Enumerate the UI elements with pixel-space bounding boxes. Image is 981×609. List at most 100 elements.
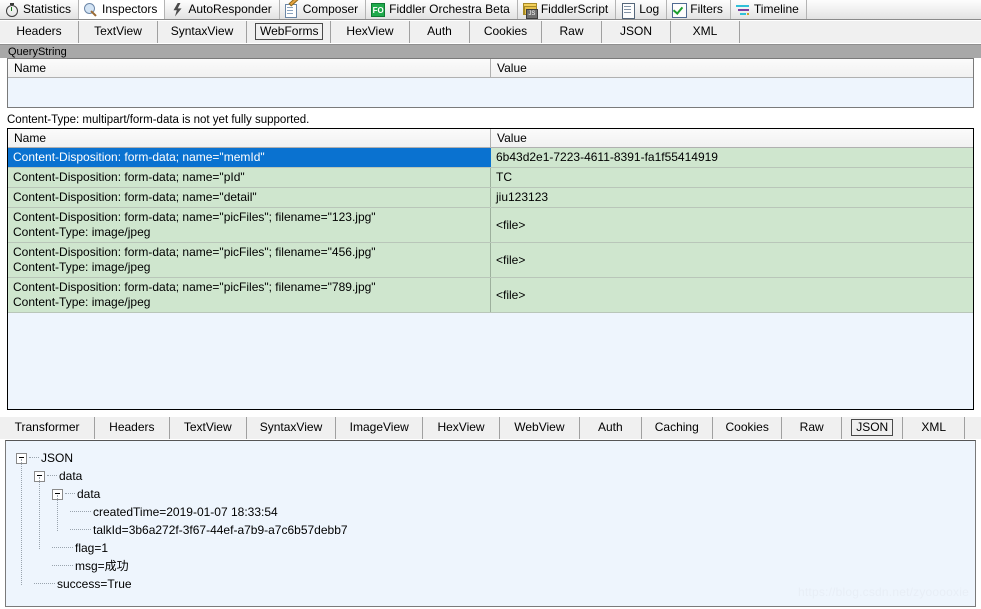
tab-fiddler-orchestra[interactable]: FO Fiddler Orchestra Beta	[366, 0, 518, 19]
tab-strip-filler	[806, 0, 981, 19]
watermark-text: https://blog.csdn.net/zyooooxie	[798, 585, 969, 599]
json-tree-node-label: msg=成功	[75, 559, 129, 573]
json-tree-node[interactable]: createdTime=2019-01-07 18:33:54	[16, 503, 975, 521]
formdata-col-name[interactable]: Name	[8, 129, 491, 147]
request-inspector-tab-strip: Headers TextView SyntaxView WebForms HexView…	[0, 21, 981, 43]
querystring-col-name[interactable]: Name	[8, 59, 491, 77]
tab-inspectors-label: Inspectors	[102, 1, 158, 16]
lightning-bolt-icon	[170, 2, 184, 17]
tab-autoresponder[interactable]: AutoResponder	[165, 0, 280, 19]
response-tab-textview[interactable]: TextView	[169, 417, 247, 439]
table-row[interactable]: Content-Disposition: form-data; name="me…	[8, 148, 973, 168]
response-json-panel[interactable]: JSON data data createdTime=2019-01-07 18:33…	[5, 440, 976, 607]
table-row[interactable]: Content-Disposition: form-data; name="pi…	[8, 243, 973, 278]
request-tab-json[interactable]: JSON	[602, 21, 671, 43]
response-tab-headers[interactable]: Headers	[95, 417, 170, 439]
response-tab-imageview[interactable]: ImageView	[336, 417, 424, 439]
json-tree-node[interactable]: JSON	[16, 449, 975, 467]
tab-log-label: Log	[639, 1, 660, 16]
tab-inspectors[interactable]: Inspectors	[79, 0, 166, 19]
tab-fiddler-orchestra-label: Fiddler Orchestra Beta	[389, 1, 510, 16]
formdata-row-container: Content-Disposition: form-data; name="me…	[8, 148, 973, 313]
multipart-notice: Content-Type: multipart/form-data is not…	[7, 114, 310, 126]
checkbox-check-icon	[672, 2, 688, 18]
response-tab-caching[interactable]: Caching	[641, 417, 713, 439]
tab-composer-label: Composer	[302, 1, 359, 16]
json-tree-node-label: data	[59, 469, 83, 483]
json-tree-node-label: data	[77, 487, 101, 501]
json-tree-node[interactable]: data	[16, 485, 975, 503]
response-tab-json-label: JSON	[851, 419, 894, 436]
json-tree-node[interactable]: talkId=3b6a272f-3f67-44ef-a7b9-a7c6b57de…	[16, 521, 975, 539]
request-tab-webforms-label: WebForms	[255, 23, 324, 40]
response-tab-cookies[interactable]: Cookies	[712, 417, 783, 439]
request-tab-xml[interactable]: XML	[671, 21, 740, 43]
json-tree-node[interactable]: msg=成功	[16, 557, 975, 575]
json-tree-node-label: JSON	[41, 451, 74, 465]
tree-guide-line	[39, 477, 40, 549]
formdata-col-value[interactable]: Value	[491, 129, 973, 147]
composer-pencil-icon	[284, 0, 300, 18]
json-tree-node-label: talkId=3b6a272f-3f67-44ef-a7b9-a7c6b57de…	[93, 523, 348, 537]
formdata-name-cell: Content-Disposition: form-data; name="me…	[8, 148, 491, 167]
tree-connector	[52, 565, 73, 567]
request-tab-hexview[interactable]: HexView	[331, 21, 410, 43]
formdata-value-cell: jiu123123	[491, 188, 973, 207]
request-tab-headers[interactable]: Headers	[0, 21, 79, 43]
querystring-caption: QueryString	[0, 44, 981, 58]
request-tab-raw[interactable]: Raw	[542, 21, 602, 43]
json-tree-node[interactable]: data	[16, 467, 975, 485]
request-tab-auth[interactable]: Auth	[410, 21, 470, 43]
tab-fiddlerscript-label: FiddlerScript	[540, 1, 609, 16]
formdata-value-cell: <file>	[491, 278, 973, 312]
response-tab-webview[interactable]: WebView	[499, 417, 581, 439]
formdata-value-cell: <file>	[491, 208, 973, 242]
json-tree-node-label: success=True	[57, 577, 132, 591]
querystring-grid[interactable]: Name Value	[7, 58, 974, 108]
response-tab-xml[interactable]: XML	[903, 417, 965, 439]
fiddler-orchestra-badge-icon: FO	[371, 2, 386, 17]
response-tab-hexview[interactable]: HexView	[423, 417, 500, 439]
json-tree-node-label: flag=1	[75, 541, 109, 555]
tab-composer[interactable]: Composer	[279, 0, 367, 19]
magnifier-icon	[84, 2, 98, 17]
response-tab-transformer[interactable]: Transformer	[0, 417, 96, 439]
table-row[interactable]: Content-Disposition: form-data; name="pi…	[8, 278, 973, 313]
tab-filters[interactable]: Filters	[667, 0, 731, 19]
tab-timeline-label: Timeline	[753, 1, 799, 16]
querystring-col-value[interactable]: Value	[491, 59, 973, 77]
response-tab-json[interactable]: JSON	[841, 417, 904, 439]
formdata-grid-header: Name Value	[8, 129, 973, 148]
formdata-value-cell: <file>	[491, 243, 973, 277]
tree-connector	[70, 511, 91, 513]
main-tab-strip: Statistics Inspectors AutoResponder Comp…	[0, 0, 981, 20]
tab-timeline[interactable]: Timeline	[730, 0, 807, 19]
tree-guide-line	[21, 459, 22, 585]
request-tab-webforms[interactable]: WebForms	[247, 21, 331, 43]
tab-log[interactable]: Log	[616, 0, 668, 19]
table-row[interactable]: Content-Disposition: form-data; name="de…	[8, 188, 973, 208]
table-row[interactable]: Content-Disposition: form-data; name="pi…	[8, 208, 973, 243]
tree-connector	[47, 475, 57, 477]
request-tab-syntaxview[interactable]: SyntaxView	[158, 21, 247, 43]
tree-connector	[70, 529, 91, 531]
formdata-grid[interactable]: Name Value Content-Disposition: form-dat…	[7, 128, 974, 410]
tab-statistics[interactable]: Statistics	[0, 0, 80, 19]
script-stack-icon: JS	[522, 2, 538, 19]
request-tab-cookies[interactable]: Cookies	[470, 21, 542, 43]
formdata-value-cell: 6b43d2e1-7223-4611-8391-fa1f55414919	[491, 148, 973, 167]
response-tab-auth[interactable]: Auth	[580, 417, 642, 439]
tree-connector	[34, 583, 55, 585]
request-tab-textview[interactable]: TextView	[79, 21, 158, 43]
tab-fiddlerscript[interactable]: JS FiddlerScript	[517, 0, 617, 19]
response-tab-raw[interactable]: Raw	[782, 417, 842, 439]
response-tab-filler	[964, 417, 981, 439]
tree-guide-line	[57, 495, 58, 531]
formdata-name-cell: Content-Disposition: form-data; name="pi…	[8, 208, 491, 242]
response-tab-syntaxview[interactable]: SyntaxView	[246, 417, 337, 439]
json-tree-node[interactable]: flag=1	[16, 539, 975, 557]
stopwatch-icon	[5, 2, 19, 17]
table-row[interactable]: Content-Disposition: form-data; name="pI…	[8, 168, 973, 188]
request-tab-filler	[740, 21, 981, 43]
tab-autoresponder-label: AutoResponder	[188, 1, 272, 16]
